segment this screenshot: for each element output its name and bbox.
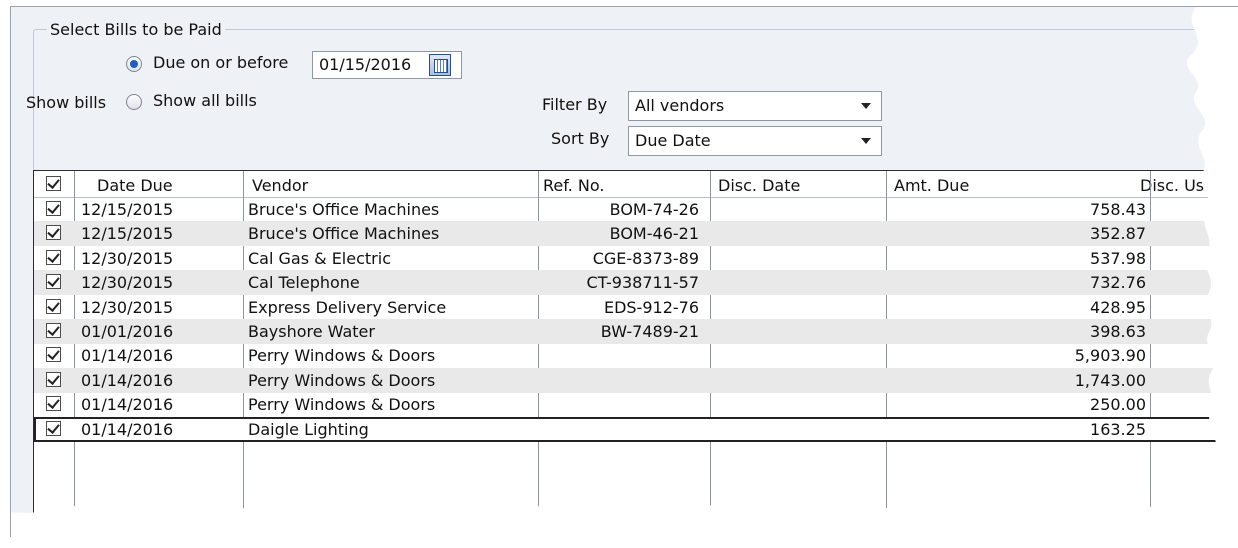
row-checkbox[interactable]	[46, 249, 61, 265]
amt-due-cell: 163.25	[1090, 419, 1146, 439]
date-due-cell: 12/30/2015	[81, 248, 174, 268]
groupbox-title: Select Bills to be Paid	[47, 20, 225, 39]
date-due-cell: 12/30/2015	[81, 297, 174, 317]
date-due-cell: 01/14/2016	[81, 346, 174, 366]
vendor-cell: Bruce's Office Machines	[248, 224, 440, 244]
amt-due-cell: 5,903.90	[1074, 346, 1146, 366]
row-checkbox[interactable]	[46, 396, 61, 412]
date-due-cell: 12/15/2015	[81, 224, 174, 244]
col-amt-due[interactable]: Amt. Due	[894, 176, 969, 195]
date-due-cell: 01/14/2016	[81, 395, 174, 415]
show-bills-label: Show bills	[26, 93, 107, 112]
date-due-cell: 01/01/2016	[81, 322, 174, 341]
row-checkbox[interactable]	[46, 347, 61, 363]
table-row[interactable]: 01/14/2016 Perry Windows & Doors 1,743.00	[34, 367, 1238, 393]
col-date-due[interactable]: Date Due	[97, 176, 173, 195]
vendor-cell: Cal Gas & Electric	[248, 248, 391, 268]
filter-by-label: Filter By	[542, 95, 608, 114]
ref-no-cell: EDS-912-76	[603, 297, 699, 317]
row-checkbox[interactable]	[46, 274, 61, 290]
row-checkbox[interactable]	[46, 420, 61, 436]
chevron-down-icon	[861, 138, 871, 144]
row-checkbox[interactable]	[46, 298, 61, 314]
filter-by-value: All vendors	[635, 96, 725, 115]
chevron-down-icon	[861, 103, 871, 109]
table-row[interactable]: 12/30/2015 Cal Gas & Electric CGE-8373-89 5…	[34, 246, 1238, 271]
table-header: Date Due Vendor Ref. No. Disc. Date Amt.…	[34, 171, 1238, 198]
calendar-icon[interactable]	[429, 54, 451, 76]
table-row[interactable]: 01/14/2016 Perry Windows & Doors 250.00	[34, 392, 1238, 417]
sort-by-label: Sort By	[551, 129, 610, 148]
vendor-cell: Perry Windows & Doors	[248, 395, 436, 415]
table-row[interactable]: 12/15/2015 Bruce's Office Machines BOM-74-…	[34, 197, 1238, 222]
col-vendor[interactable]: Vendor	[252, 176, 308, 195]
vendor-cell: Daigle Lighting	[248, 419, 369, 439]
row-checkbox[interactable]	[46, 201, 61, 216]
table-row[interactable]: 01/01/2016 Bayshore Water BW-7489-21 398.63	[34, 319, 1238, 344]
date-due-cell: 01/14/2016	[81, 419, 174, 439]
table-row[interactable]: 01/14/2016 Daigle Lighting 163.25	[34, 416, 1238, 442]
ref-no-cell: BOM-46-21	[609, 224, 699, 244]
due-on-or-before-label[interactable]: Due on or before	[153, 53, 288, 72]
amt-due-cell: 398.63	[1090, 322, 1146, 341]
col-ref-no[interactable]: Ref. No.	[543, 176, 604, 195]
amt-due-cell: 428.95	[1090, 297, 1146, 317]
row-checkbox[interactable]	[46, 371, 61, 387]
row-checkbox[interactable]	[46, 225, 61, 241]
filter-by-select[interactable]: All vendors	[628, 91, 882, 121]
ref-no-cell: BOM-74-26	[609, 200, 699, 219]
pay-bills-window: Select Bills to be Paid Show bills Due o…	[10, 6, 1238, 537]
vendor-cell: Perry Windows & Doors	[248, 370, 436, 390]
show-all-bills-radio[interactable]	[126, 94, 142, 110]
vendor-cell: Cal Telephone	[248, 273, 360, 293]
ref-no-cell: CGE-8373-89	[592, 248, 699, 268]
amt-due-cell: 250.00	[1090, 395, 1146, 415]
due-date-value: 01/15/2016	[319, 55, 412, 74]
bills-table: Date Due Vendor Ref. No. Disc. Date Amt.…	[33, 170, 1238, 537]
sort-by-select[interactable]: Due Date	[628, 126, 882, 156]
table-row[interactable]: 01/14/2016 Perry Windows & Doors 5,903.90	[34, 343, 1238, 368]
due-on-or-before-radio[interactable]	[126, 56, 142, 72]
amt-due-cell: 732.76	[1090, 273, 1146, 293]
date-due-cell: 01/14/2016	[81, 370, 174, 390]
row-checkbox[interactable]	[46, 323, 61, 338]
amt-due-cell: 352.87	[1090, 224, 1146, 244]
table-row[interactable]: 12/30/2015 Cal Telephone CT-938711-57 732.7…	[34, 270, 1238, 296]
sort-by-value: Due Date	[635, 131, 711, 150]
col-disc-date[interactable]: Disc. Date	[718, 176, 800, 195]
vendor-cell: Express Delivery Service	[248, 297, 447, 317]
amt-due-cell: 758.43	[1090, 200, 1146, 219]
ref-no-cell: CT-938711-57	[586, 273, 699, 293]
select-all-checkbox[interactable]	[46, 176, 61, 191]
date-due-cell: 12/15/2015	[81, 200, 174, 219]
amt-due-cell: 537.98	[1090, 248, 1146, 268]
vendor-cell: Bruce's Office Machines	[248, 200, 440, 219]
table-row[interactable]: 12/30/2015 Express Delivery Service EDS-91…	[34, 295, 1238, 320]
table-row[interactable]: 12/15/2015 Bruce's Office Machines BOM-46-…	[34, 221, 1238, 247]
ref-no-cell: BW-7489-21	[600, 322, 699, 341]
vendor-cell: Bayshore Water	[248, 322, 375, 341]
show-all-bills-label[interactable]: Show all bills	[153, 91, 257, 110]
amt-due-cell: 1,743.00	[1074, 370, 1146, 390]
date-due-cell: 12/30/2015	[81, 273, 174, 293]
vendor-cell: Perry Windows & Doors	[248, 346, 436, 366]
